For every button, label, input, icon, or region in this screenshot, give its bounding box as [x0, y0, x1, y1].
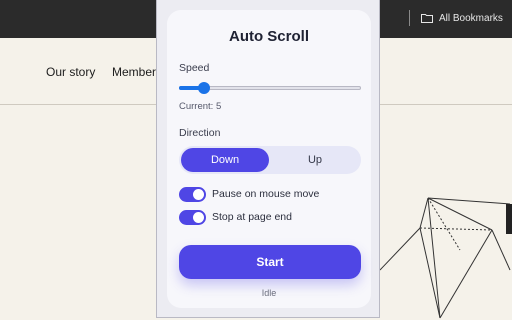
auto-scroll-panel: Auto Scroll Speed Current: 5 Direction D… [167, 10, 371, 308]
direction-down-button[interactable]: Down [181, 148, 269, 172]
all-bookmarks-button[interactable]: All Bookmarks [421, 9, 503, 27]
toggle-knob [193, 188, 204, 200]
status-text: Idle [261, 288, 277, 298]
direction-up-button[interactable]: Up [271, 148, 359, 172]
stop-at-page-end-label: Stop at page end [212, 211, 292, 223]
nav-link-members[interactable]: Members [112, 65, 162, 79]
speed-slider-thumb[interactable] [198, 82, 211, 94]
toolbar-divider [409, 10, 410, 26]
all-bookmarks-label: All Bookmarks [439, 12, 503, 24]
direction-segmented-control: Down Up [179, 146, 361, 174]
pause-on-mouse-move-label: Pause on mouse move [212, 188, 320, 200]
toggle-knob [193, 211, 204, 223]
popup-title: Auto Scroll [228, 28, 309, 45]
stop-at-page-end-row[interactable]: Stop at page end [179, 209, 292, 225]
stop-at-page-end-toggle[interactable] [179, 209, 206, 225]
start-button[interactable]: Start [179, 245, 361, 279]
nav-link-our-story[interactable]: Our story [46, 65, 95, 79]
page-illustration [380, 197, 512, 319]
pause-on-mouse-move-toggle[interactable] [179, 186, 206, 202]
folder-icon [421, 14, 433, 23]
current-speed-text: Current: 5 [179, 101, 222, 112]
pause-on-mouse-move-row[interactable]: Pause on mouse move [179, 186, 319, 202]
speed-label: Speed [179, 62, 210, 74]
speed-slider[interactable] [179, 82, 361, 94]
direction-label: Direction [179, 127, 221, 139]
extension-popup: Auto Scroll Speed Current: 5 Direction D… [156, 0, 380, 318]
